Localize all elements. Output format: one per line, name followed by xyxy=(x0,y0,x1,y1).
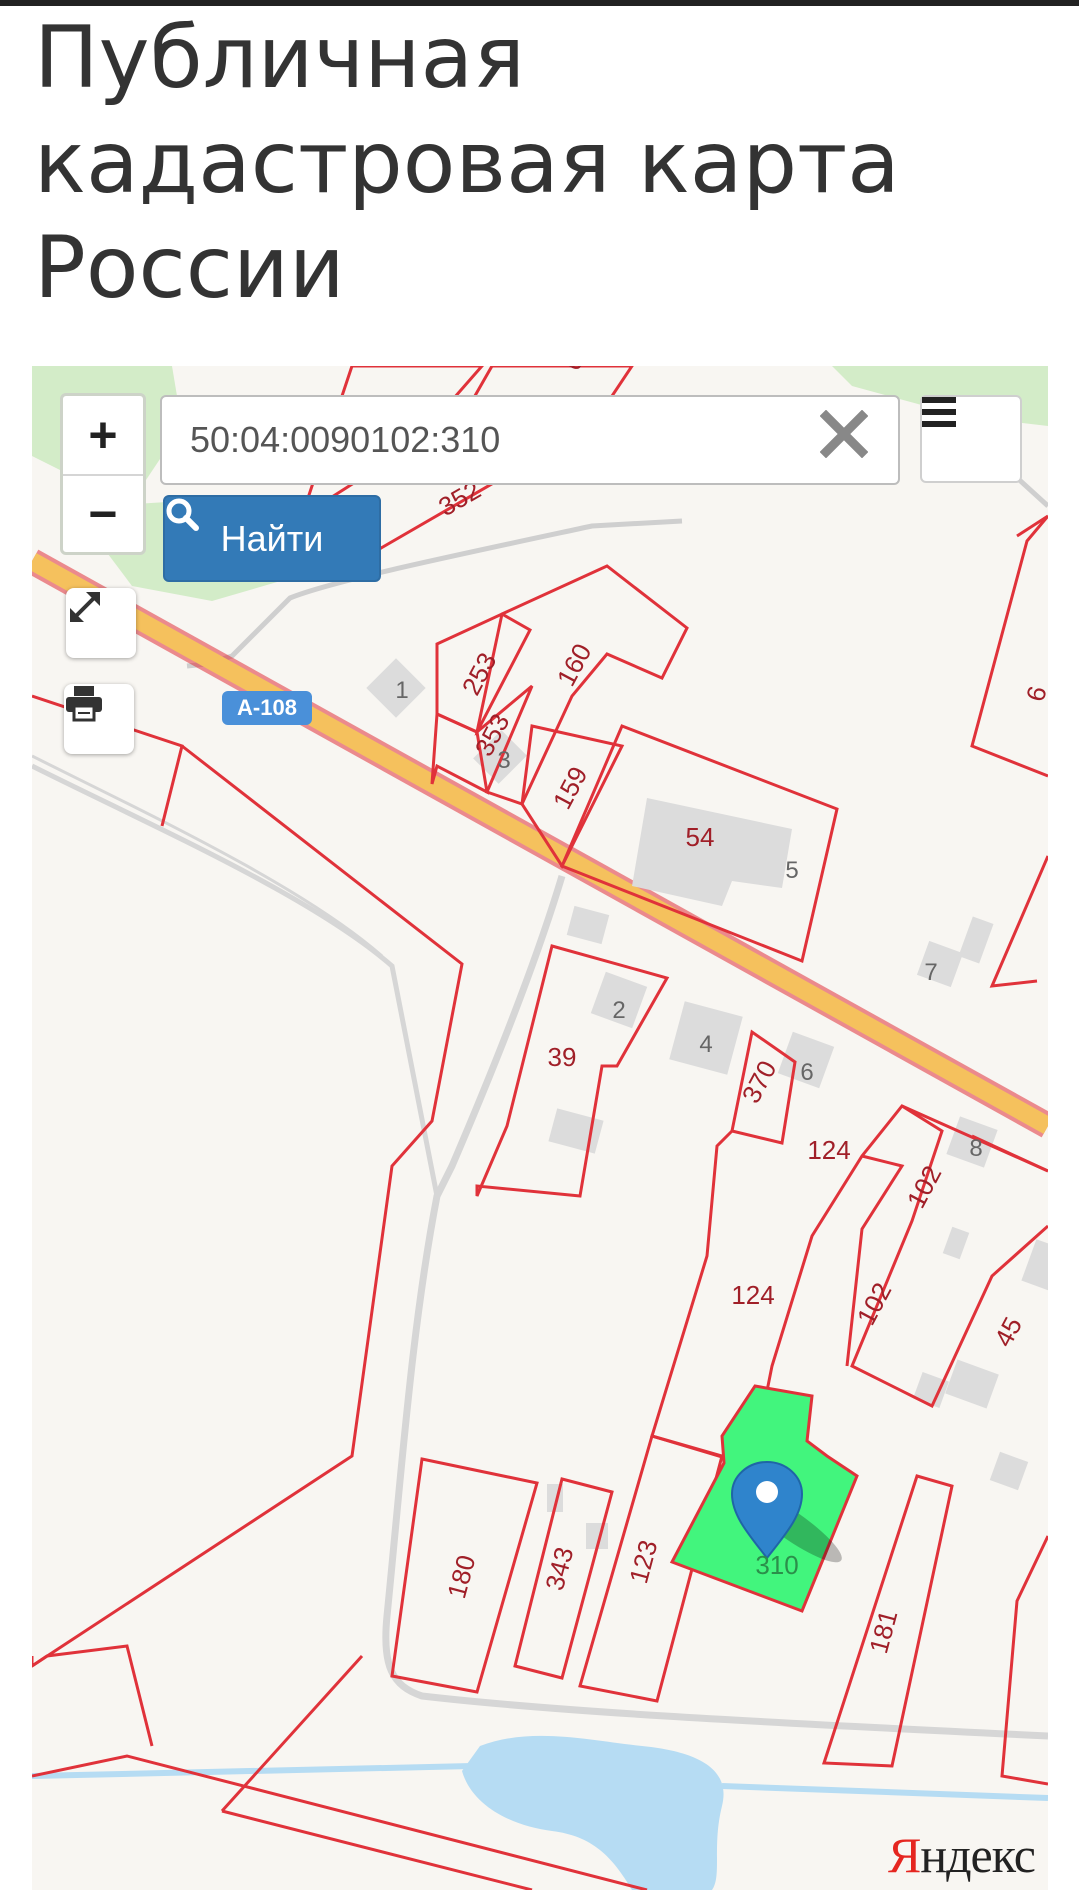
road-label: А-108 xyxy=(237,695,297,720)
parcel-label: 102 xyxy=(851,1278,898,1330)
building-number: 6 xyxy=(800,1059,813,1086)
parcel-label: 102 xyxy=(901,1161,948,1213)
find-button-label: Найти xyxy=(220,517,324,559)
parcel-label: 124 xyxy=(807,1135,850,1165)
building-number: 7 xyxy=(924,959,937,986)
zoom-in-button[interactable]: + xyxy=(63,396,143,476)
fullscreen-button[interactable] xyxy=(66,588,136,658)
parcel-label: 370 xyxy=(736,1056,783,1108)
partial-label: 6 xyxy=(1020,683,1048,705)
find-button[interactable]: Найти xyxy=(163,495,381,582)
parcel-label: 181 xyxy=(863,1607,903,1657)
map-canvas[interactable]: А-108 352 253 160 353 159 54 39 370 124 … xyxy=(32,366,1048,1890)
lake xyxy=(462,1735,724,1890)
parcel-label: 180 xyxy=(441,1552,481,1602)
building-number: 2 xyxy=(612,997,625,1024)
parcel-label: 54 xyxy=(686,822,715,852)
stream xyxy=(32,1763,473,1779)
parcel-label: 124 xyxy=(731,1280,774,1310)
building-number: 8 xyxy=(969,1135,982,1162)
parcel-label: 160 xyxy=(551,639,598,691)
marker-dot xyxy=(756,1481,778,1503)
search-icon xyxy=(166,498,199,531)
selected-parcel-label: 310 xyxy=(755,1550,798,1580)
minor-road xyxy=(32,754,383,958)
minor-road xyxy=(32,763,440,1197)
building-number: 4 xyxy=(699,1031,712,1058)
building-number: 1 xyxy=(395,677,408,704)
expand-icon xyxy=(70,592,100,622)
print-icon xyxy=(66,686,102,722)
menu-icon xyxy=(922,397,956,427)
stream xyxy=(721,1783,1048,1801)
parcel-label: 253 xyxy=(456,648,503,700)
zoom-out-button[interactable]: − xyxy=(63,475,143,553)
cadastral-number-input[interactable] xyxy=(160,395,900,485)
print-button[interactable] xyxy=(64,684,134,754)
parcel-label: 45 xyxy=(988,1312,1028,1352)
menu-button[interactable] xyxy=(920,395,1022,483)
zoom-control: + − xyxy=(60,393,146,555)
yandex-logo[interactable]: Яндекс xyxy=(888,1826,1036,1884)
building-number: 3 xyxy=(497,747,510,774)
minor-road xyxy=(382,874,1048,1740)
parcel-label: 39 xyxy=(548,1042,577,1072)
page-title: Публичная кадастровая карта России xyxy=(34,8,900,318)
clear-search-button[interactable] xyxy=(820,410,880,470)
building-number: 5 xyxy=(785,857,798,884)
cadastral-map[interactable]: А-108 352 253 160 353 159 54 39 370 124 … xyxy=(32,366,1048,1890)
parcel-label: 123 xyxy=(623,1537,663,1587)
close-icon xyxy=(820,410,868,458)
